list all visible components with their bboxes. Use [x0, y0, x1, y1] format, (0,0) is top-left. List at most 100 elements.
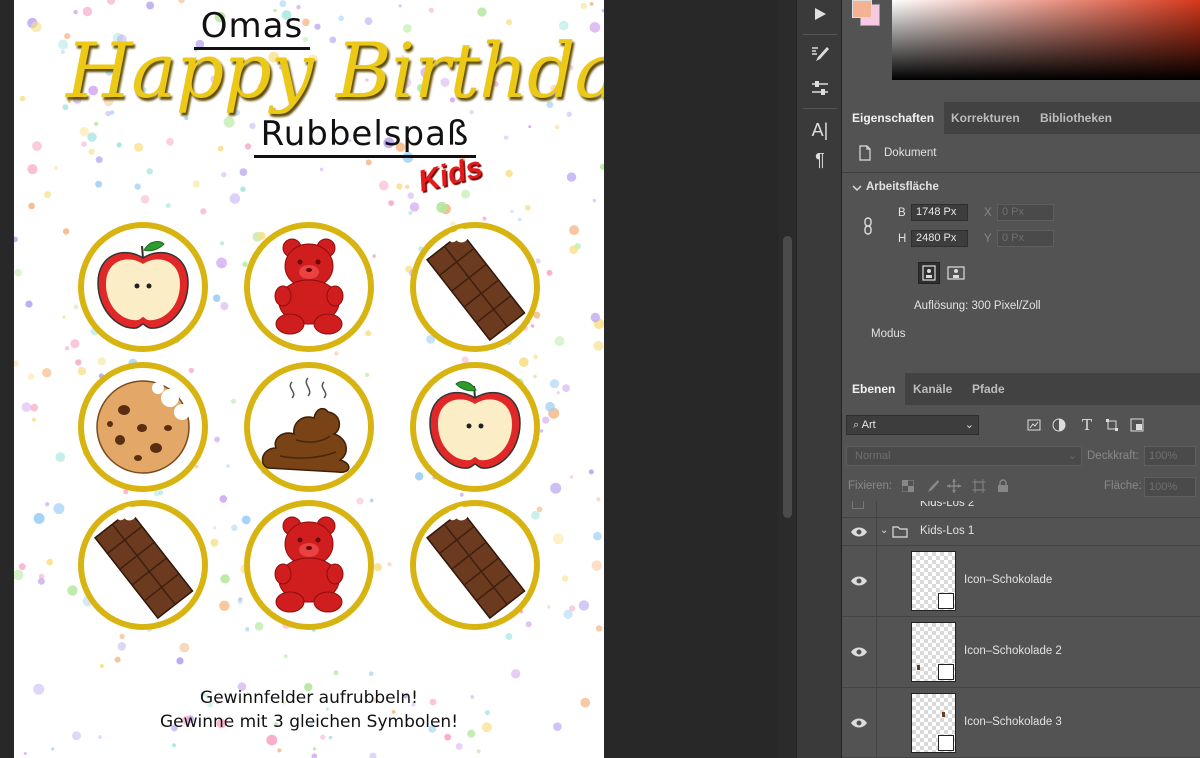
canvas-area[interactable]: Omas Happy Birthday Rubbelspaß Kids Gewi…	[0, 0, 778, 758]
tab-bibliotheken[interactable]: Bibliotheken	[1030, 102, 1122, 134]
opacity-label: Deckkraft:	[1087, 450, 1139, 462]
visibility-checkbox[interactable]	[852, 501, 864, 509]
chocolate-icon	[94, 506, 194, 620]
mode-label: Modus	[871, 328, 906, 340]
title-rubbelspass: Rubbelspaß	[250, 114, 480, 158]
layer-thumbnail	[911, 622, 956, 682]
eye-icon[interactable]	[850, 575, 868, 587]
height-label: H	[898, 233, 907, 245]
artboard[interactable]: Omas Happy Birthday Rubbelspaß Kids Gewi…	[14, 0, 604, 758]
scratch-field-gummy-bear[interactable]	[244, 222, 374, 352]
height-field[interactable]: 2480 Px	[911, 230, 968, 247]
layer-row-group[interactable]: ⌄ Kids-Los 1	[842, 518, 1200, 546]
lock-artboard-icon[interactable]	[968, 475, 990, 497]
layer-filter-select[interactable]: ⌕ Art ⌄	[846, 415, 979, 435]
layer-filter-value: Art	[861, 419, 876, 431]
x-label: X	[984, 207, 992, 219]
layer-name[interactable]: Icon–Schokolade 2	[964, 645, 1062, 657]
scratch-field-cookie[interactable]	[78, 362, 208, 492]
smart-object-icon	[938, 593, 954, 609]
eye-icon[interactable]	[850, 526, 868, 538]
scratch-field-chocolate[interactable]	[78, 500, 208, 630]
width-field[interactable]: 1748 Px	[911, 204, 968, 221]
poop-icon	[261, 377, 350, 473]
eye-icon[interactable]	[850, 646, 868, 658]
scratch-field-chocolate[interactable]	[410, 500, 540, 630]
layer-thumbnail	[911, 693, 956, 753]
layer-name[interactable]: Icon–Schokolade	[964, 574, 1052, 586]
smart-object-filter-icon[interactable]	[1126, 414, 1148, 436]
eye-icon[interactable]	[850, 717, 868, 729]
instruction-line-1: Gewinnfelder aufrubbeln!	[200, 688, 418, 708]
brush-settings-icon[interactable]	[805, 40, 835, 68]
tab-kanaele[interactable]: Kanäle	[903, 373, 962, 405]
layer-row-smart-object[interactable]: Icon–Schokolade 3	[842, 688, 1200, 758]
scratch-field-apple[interactable]	[410, 362, 540, 492]
tab-pfade[interactable]: Pfade	[962, 373, 1015, 405]
shape-filter-icon[interactable]	[1101, 414, 1123, 436]
tab-eigenschaften[interactable]: Eigenschaften	[842, 102, 945, 134]
type-filter-icon[interactable]: T	[1076, 414, 1098, 436]
gummy-bear-icon	[274, 516, 344, 613]
x-field[interactable]: 0 Px	[997, 204, 1054, 221]
layer-row-smart-object[interactable]: Icon–Schokolade	[842, 546, 1200, 617]
fill-field[interactable]: 100%	[1144, 477, 1196, 497]
chevron-down-icon: ⌄	[964, 419, 974, 431]
instruction-line-2: Gewinne mit 3 gleichen Symbolen!	[159, 712, 459, 732]
y-field[interactable]: 0 Px	[997, 230, 1054, 247]
layer-row[interactable]: Kids-Los 2	[842, 501, 1200, 518]
folder-icon	[892, 526, 908, 538]
canvas-scrollbar-thumb[interactable]	[783, 236, 792, 518]
lock-pixels-icon[interactable]	[921, 475, 943, 497]
fill-label: Fläche:	[1104, 480, 1142, 492]
photoshop-window: Omas Happy Birthday Rubbelspaß Kids Gewi…	[0, 0, 1200, 758]
layer-name[interactable]: Kids-Los 1	[920, 525, 974, 537]
smart-object-icon	[938, 664, 954, 680]
layers-tabbar: Ebenen Kanäle Pfade	[842, 373, 1200, 405]
color-field[interactable]	[892, 0, 1200, 80]
properties-tabbar: Eigenschaften Korrekturen Bibliotheken	[842, 102, 1200, 134]
search-icon: ⌕	[853, 419, 860, 431]
character-icon[interactable]: A|	[805, 116, 835, 144]
layer-name[interactable]: Kids-Los 2	[920, 501, 974, 509]
layer-thumbnail	[911, 551, 956, 611]
scratch-field-poop[interactable]	[244, 362, 374, 492]
pixel-filter-icon[interactable]	[1023, 414, 1045, 436]
lock-position-icon[interactable]	[943, 475, 965, 497]
lock-all-icon[interactable]	[992, 475, 1014, 497]
color-swatches[interactable]	[848, 0, 886, 30]
adjust-sliders-icon[interactable]	[805, 74, 835, 102]
scratch-field-apple[interactable]	[78, 222, 208, 352]
width-label: B	[898, 207, 906, 219]
gummy-bear-icon	[274, 238, 344, 335]
chocolate-icon	[426, 506, 526, 620]
paragraph-icon[interactable]: ¶	[805, 146, 835, 174]
panel-toolstrip: A| ¶	[796, 0, 842, 758]
play-icon[interactable]	[805, 0, 835, 28]
scratch-field-chocolate[interactable]	[410, 222, 540, 352]
link-icon[interactable]	[857, 215, 879, 237]
layer-row-smart-object[interactable]: Icon–Schokolade 2	[842, 617, 1200, 688]
landscape-orientation-icon[interactable]	[945, 262, 967, 284]
chevron-down-icon: ⌄	[1067, 450, 1077, 462]
tab-korrekturen[interactable]: Korrekturen	[941, 102, 1030, 134]
opacity-field[interactable]: 100%	[1144, 446, 1196, 466]
tab-ebenen[interactable]: Ebenen	[842, 373, 906, 405]
scratch-field-gummy-bear[interactable]	[244, 500, 374, 630]
layer-name[interactable]: Icon–Schokolade 3	[964, 716, 1062, 728]
chocolate-icon	[426, 228, 526, 342]
y-label: Y	[984, 233, 992, 245]
instructions-text: Gewinnfelder aufrubbeln! Gewinne mit 3 g…	[14, 686, 604, 734]
chevron-down-icon[interactable]	[846, 177, 868, 199]
lock-transparent-icon[interactable]	[897, 475, 919, 497]
resolution-text: Auflösung: 300 Pixel/Zoll	[914, 300, 1041, 312]
adjustment-filter-icon[interactable]	[1048, 414, 1070, 436]
blend-mode-select[interactable]: Normal ⌄	[846, 446, 1082, 466]
portrait-orientation-icon[interactable]	[918, 262, 940, 284]
document-label: Dokument	[884, 147, 937, 159]
cookie-icon	[96, 380, 190, 474]
apple-icon	[97, 241, 189, 329]
lock-label: Fixieren:	[848, 480, 893, 492]
title-happy-birthday: Happy Birthday	[66, 26, 604, 115]
chevron-down-icon[interactable]: ⌄	[880, 525, 888, 536]
